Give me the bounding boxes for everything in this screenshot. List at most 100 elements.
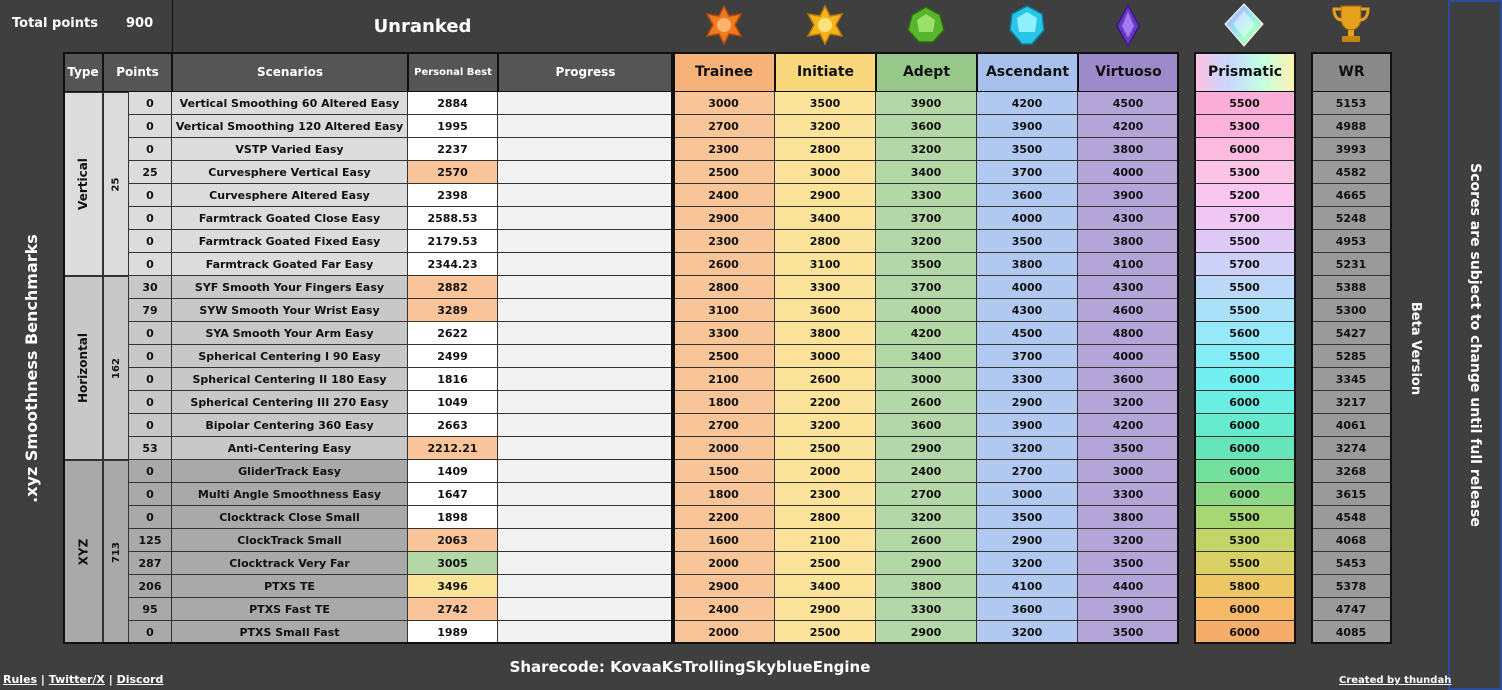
scenario-name[interactable]: ClockTrack Small: [172, 529, 408, 552]
rank-threshold: 3300: [673, 322, 775, 345]
initiate-gem-icon: [806, 4, 844, 46]
scenario-name[interactable]: Multi Angle Smoothness Easy: [172, 483, 408, 506]
scenario-name[interactable]: Farmtrack Goated Far Easy: [172, 253, 408, 276]
disclaimer-sidebar: Scores are subject to change until full …: [1448, 0, 1502, 690]
scenario-name[interactable]: Curvesphere Altered Easy: [172, 184, 408, 207]
row-points: 0: [129, 621, 172, 644]
rank-threshold: 1800: [673, 391, 775, 414]
beta-container: Beta Version: [1396, 52, 1436, 644]
scenario-name[interactable]: PTXS Fast TE: [172, 598, 408, 621]
rank-threshold: 2200: [775, 391, 876, 414]
scenario-name[interactable]: PTXS Small Fast: [172, 621, 408, 644]
row-points: 206: [129, 575, 172, 598]
rank-threshold: 2600: [876, 529, 977, 552]
progress-bar: [498, 391, 673, 414]
wr-score: 4665: [1311, 184, 1392, 207]
rank-threshold: 3900: [1078, 598, 1179, 621]
rank-threshold: 3100: [775, 253, 876, 276]
rank-threshold: 2900: [977, 529, 1078, 552]
prismatic-threshold: 6000: [1194, 598, 1296, 621]
rank-threshold: 3600: [876, 115, 977, 138]
personal-best: 2570: [408, 161, 498, 184]
trainee-gem-icon: [705, 4, 743, 46]
prismatic-threshold: 5500: [1194, 506, 1296, 529]
virtuoso-header: Virtuoso: [1078, 52, 1179, 92]
wr-score: 4988: [1311, 115, 1392, 138]
points-group-label: 713: [110, 541, 122, 563]
adept-gem-icon: [907, 6, 945, 43]
prismatic-threshold: 5700: [1194, 207, 1296, 230]
rank-threshold: 2100: [673, 368, 775, 391]
scenario-name[interactable]: Bipolar Centering 360 Easy: [172, 414, 408, 437]
disclaimer-text: Scores are subject to change until full …: [1467, 163, 1484, 527]
personal-best: 2398: [408, 184, 498, 207]
rank-threshold: 2000: [673, 437, 775, 460]
scenario-name[interactable]: Clocktrack Close Small: [172, 506, 408, 529]
prismatic-threshold: 6000: [1194, 414, 1296, 437]
rank-threshold: 2500: [775, 552, 876, 575]
prismatic-threshold: 5700: [1194, 253, 1296, 276]
rank-threshold: 4000: [876, 299, 977, 322]
row-points: 0: [129, 138, 172, 161]
scenario-name[interactable]: Clocktrack Very Far: [172, 552, 408, 575]
scenario-name[interactable]: Spherical Centering III 270 Easy: [172, 391, 408, 414]
rank-threshold: 3200: [977, 437, 1078, 460]
trainee-header: Trainee: [673, 52, 775, 92]
scenario-name[interactable]: Farmtrack Goated Close Easy: [172, 207, 408, 230]
rank-threshold: 1800: [673, 483, 775, 506]
rank-threshold: 2800: [775, 506, 876, 529]
rank-threshold: 3900: [1078, 184, 1179, 207]
row-points: 0: [129, 230, 172, 253]
scenario-name[interactable]: SYA Smooth Your Arm Easy: [172, 322, 408, 345]
progress-bar: [498, 483, 673, 506]
row-points: 0: [129, 207, 172, 230]
wr-score: 3217: [1311, 391, 1392, 414]
rules-link[interactable]: Rules: [3, 673, 37, 686]
scenario-name[interactable]: Spherical Centering II 180 Easy: [172, 368, 408, 391]
rank-threshold: 3000: [977, 483, 1078, 506]
scenario-name[interactable]: Spherical Centering I 90 Easy: [172, 345, 408, 368]
title-container: .xyz Smoothness Benchmarks: [0, 92, 62, 644]
rank-threshold: 2800: [775, 230, 876, 253]
rank-threshold: 3800: [977, 253, 1078, 276]
type-group-cell: XYZ: [63, 460, 103, 644]
sharecode: Sharecode: KovaaKsTrollingSkyblueEngine: [509, 658, 871, 676]
total-points-value: 900: [126, 16, 154, 31]
rank-threshold: 4800: [1078, 322, 1179, 345]
scenario-name[interactable]: SYW Smooth Your Wrist Easy: [172, 299, 408, 322]
wr-header: WR: [1311, 52, 1392, 92]
wr-score: 4085: [1311, 621, 1392, 644]
rank-threshold: 1600: [673, 529, 775, 552]
rank-threshold: 2500: [673, 345, 775, 368]
personal-best-header: Personal Best: [408, 52, 498, 92]
rank-threshold: 4500: [977, 322, 1078, 345]
personal-best: 2884: [408, 92, 498, 115]
scenario-name[interactable]: PTXS TE: [172, 575, 408, 598]
scenario-name[interactable]: Curvesphere Vertical Easy: [172, 161, 408, 184]
link-separator: |: [37, 673, 49, 686]
adept-header: Adept: [876, 52, 977, 92]
scenario-name[interactable]: Anti-Centering Easy: [172, 437, 408, 460]
prismatic-threshold: 5500: [1194, 92, 1296, 115]
rank-threshold: 2900: [775, 184, 876, 207]
scenario-name[interactable]: GliderTrack Easy: [172, 460, 408, 483]
row-points: 0: [129, 92, 172, 115]
wr-score: 5231: [1311, 253, 1392, 276]
prismatic-threshold: 5500: [1194, 552, 1296, 575]
prismatic-threshold: 5300: [1194, 161, 1296, 184]
twitter-link[interactable]: Twitter/X: [49, 673, 105, 686]
credit-container: Created by thundah: [1339, 675, 1451, 686]
scenario-name[interactable]: Farmtrack Goated Fixed Easy: [172, 230, 408, 253]
rank-threshold: 3000: [673, 92, 775, 115]
rank-threshold: 2600: [775, 368, 876, 391]
scenario-name[interactable]: Vertical Smoothing 120 Altered Easy: [172, 115, 408, 138]
scenario-name[interactable]: SYF Smooth Your Fingers Easy: [172, 276, 408, 299]
rank-threshold: 1500: [673, 460, 775, 483]
rank-threshold: 3900: [977, 414, 1078, 437]
rank-threshold: 3800: [876, 575, 977, 598]
progress-bar: [498, 138, 673, 161]
discord-link[interactable]: Discord: [117, 673, 164, 686]
scenario-name[interactable]: VSTP Varied Easy: [172, 138, 408, 161]
scenario-name[interactable]: Vertical Smoothing 60 Altered Easy: [172, 92, 408, 115]
credit-link[interactable]: Created by thundah: [1339, 675, 1451, 686]
